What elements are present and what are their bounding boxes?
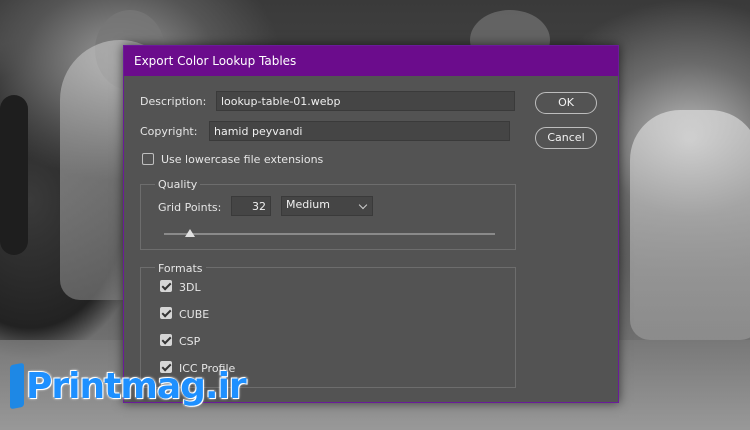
lowercase-label: Use lowercase file extensions	[161, 153, 324, 166]
format-checkbox-3dl[interactable]	[160, 280, 172, 292]
grid-points-input[interactable]	[231, 196, 271, 216]
logo-mark-icon	[10, 362, 24, 410]
printmag-watermark-logo: Printmag.ir	[10, 355, 247, 417]
format-checkbox-csp[interactable]	[160, 334, 172, 346]
quality-slider-thumb[interactable]	[185, 229, 196, 237]
quality-group	[140, 184, 516, 250]
copyright-label: Copyright:	[140, 125, 198, 138]
quality-preset-select[interactable]: Medium	[281, 196, 373, 216]
description-input[interactable]	[216, 91, 515, 111]
ok-button[interactable]: OK	[535, 92, 597, 114]
format-checkbox-cube[interactable]	[160, 307, 172, 319]
description-label: Description:	[140, 95, 207, 108]
background-person-right	[630, 110, 750, 340]
format-label-cube: CUBE	[179, 308, 210, 321]
dialog-title: Export Color Lookup Tables	[134, 54, 297, 68]
watermark-text: Printmag.ir	[26, 365, 247, 407]
chevron-down-icon	[358, 200, 368, 210]
lowercase-checkbox[interactable]	[142, 153, 154, 165]
export-color-lookup-dialog: Export Color Lookup Tables Description: …	[123, 45, 619, 403]
cancel-button[interactable]: Cancel	[535, 127, 597, 149]
format-label-csp: CSP	[179, 335, 201, 348]
format-label-3dl: 3DL	[179, 281, 201, 294]
formats-group-title: Formats	[155, 262, 206, 275]
quality-slider-track[interactable]	[164, 233, 495, 235]
background-mannequin	[0, 95, 28, 255]
grid-points-label: Grid Points:	[158, 201, 222, 214]
dialog-titlebar[interactable]: Export Color Lookup Tables	[124, 46, 618, 76]
quality-group-title: Quality	[155, 178, 201, 191]
copyright-input[interactable]	[209, 121, 510, 141]
quality-preset-value: Medium	[286, 198, 330, 211]
